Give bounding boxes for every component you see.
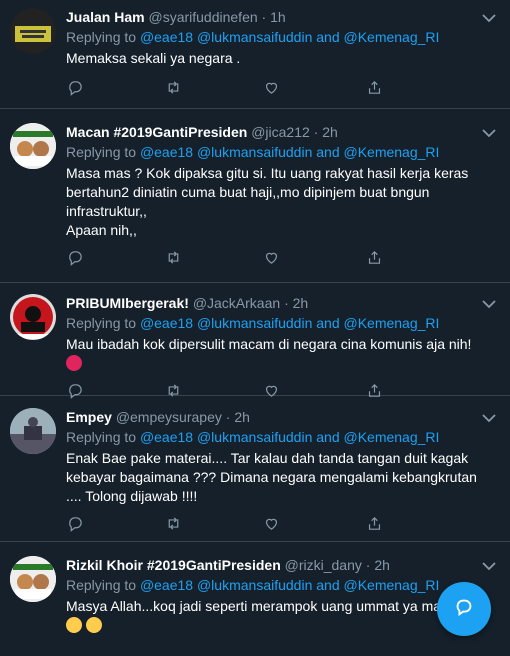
reply-button[interactable]	[64, 80, 86, 100]
mentions-link[interactable]: @eae18 @lukmansaifuddin and @Kemenag_RI	[140, 29, 439, 45]
avatar[interactable]	[10, 8, 56, 54]
tweet-text-line: Apaan nih,,	[66, 222, 137, 238]
crying-face-emoji-icon	[85, 617, 102, 633]
tweet-menu-button[interactable]	[482, 125, 498, 138]
share-icon	[366, 249, 383, 271]
display-name[interactable]: Macan #2019GantiPresiden	[66, 124, 247, 140]
share-button[interactable]	[363, 516, 385, 536]
tweet-text: Memaksa sekali ya negara .	[66, 50, 241, 66]
tweet-header: Jualan Ham @syarifuddinefen · 1h	[66, 8, 510, 26]
chevron-down-icon	[482, 125, 496, 142]
tweet-header: Rizkil Khoir #2019GantiPresiden @rizki_d…	[66, 556, 510, 574]
timestamp[interactable]: 1h	[270, 9, 286, 25]
display-name[interactable]: Empey	[66, 409, 112, 425]
chevron-down-icon	[482, 10, 496, 27]
separator-dot: ·	[225, 409, 231, 425]
tweet-header: Empey @empeysurapey · 2h	[66, 408, 510, 426]
replying-to: Replying to @eae18 @lukmansaifuddin and …	[66, 28, 510, 46]
replying-prefix: Replying to	[66, 29, 137, 45]
replying-prefix: Replying to	[66, 577, 137, 593]
avatar[interactable]	[10, 408, 56, 454]
tweet-menu-button[interactable]	[482, 410, 498, 423]
avatar[interactable]	[10, 294, 56, 340]
compose-reply-button[interactable]	[437, 582, 491, 636]
like-icon	[263, 79, 280, 101]
separator-dot: ·	[365, 557, 371, 573]
share-icon	[366, 79, 383, 101]
reply-icon	[67, 515, 84, 537]
mentions-link[interactable]: @eae18 @lukmansaifuddin and @Kemenag_RI	[140, 144, 439, 160]
tweet-menu-button[interactable]	[482, 10, 498, 23]
retweet-button[interactable]	[162, 80, 184, 100]
like-icon	[263, 515, 280, 537]
timestamp[interactable]: 2h	[293, 295, 309, 311]
separator-dot: ·	[261, 9, 267, 25]
handle[interactable]: @syarifuddinefen	[148, 9, 257, 25]
reply-icon	[67, 249, 84, 271]
action-bar	[66, 250, 510, 270]
mentions-link[interactable]: @eae18 @lukmansaifuddin and @Kemenag_RI	[140, 315, 439, 331]
separator-dot: ·	[313, 124, 319, 140]
like-button[interactable]	[260, 516, 282, 536]
replying-to: Replying to @eae18 @lukmansaifuddin and …	[66, 428, 510, 446]
reply-button[interactable]	[64, 250, 86, 270]
handle[interactable]: @rizki_dany	[285, 557, 362, 573]
tweet-menu-button[interactable]	[482, 296, 498, 309]
action-bar	[66, 516, 510, 536]
tweet[interactable]: PRIBUMIbergerak! @JackArkaan · 2h Replyi…	[0, 283, 510, 399]
tweet[interactable]: Macan #2019GantiPresiden @jica212 · 2h R…	[0, 109, 510, 283]
replying-to: Replying to @eae18 @lukmansaifuddin and …	[66, 314, 510, 332]
replying-prefix: Replying to	[66, 429, 137, 445]
handle[interactable]: @jica212	[251, 124, 310, 140]
display-name[interactable]: Rizkil Khoir #2019GantiPresiden	[66, 557, 281, 573]
avatar[interactable]	[10, 556, 56, 602]
retweet-icon	[165, 249, 182, 271]
retweet-icon	[165, 79, 182, 101]
replying-to: Replying to @eae18 @lukmansaifuddin and …	[66, 143, 510, 161]
timestamp[interactable]: 2h	[374, 557, 390, 573]
angry-face-emoji-icon	[66, 355, 82, 371]
like-button[interactable]	[260, 250, 282, 270]
replying-prefix: Replying to	[66, 315, 137, 331]
display-name[interactable]: PRIBUMIbergerak!	[66, 295, 189, 311]
like-button[interactable]	[260, 80, 282, 100]
action-bar	[66, 80, 510, 100]
timestamp[interactable]: 2h	[322, 124, 338, 140]
timeline: Jualan Ham @syarifuddinefen · 1h Replyin…	[0, 0, 510, 656]
replying-prefix: Replying to	[66, 144, 137, 160]
retweet-icon	[165, 515, 182, 537]
chevron-down-icon	[482, 410, 496, 427]
chevron-down-icon	[482, 558, 496, 575]
avatar[interactable]	[10, 123, 56, 169]
share-icon	[366, 515, 383, 537]
mentions-link[interactable]: @eae18 @lukmansaifuddin and @Kemenag_RI	[140, 429, 439, 445]
tweet-header: PRIBUMIbergerak! @JackArkaan · 2h	[66, 294, 510, 312]
reply-icon	[67, 79, 84, 101]
compose-icon	[453, 596, 475, 623]
like-icon	[263, 249, 280, 271]
chevron-down-icon	[482, 296, 496, 313]
share-button[interactable]	[363, 80, 385, 100]
handle[interactable]: @JackArkaan	[193, 295, 280, 311]
tweet[interactable]: Empey @empeysurapey · 2h Replying to @ea…	[0, 396, 510, 542]
retweet-button[interactable]	[162, 250, 184, 270]
tweet-header: Macan #2019GantiPresiden @jica212 · 2h	[66, 123, 510, 141]
crying-face-emoji-icon	[66, 617, 82, 633]
tweet[interactable]: Jualan Ham @syarifuddinefen · 1h Replyin…	[0, 0, 510, 109]
timestamp[interactable]: 2h	[234, 409, 250, 425]
separator-dot: ·	[284, 295, 289, 311]
retweet-button[interactable]	[162, 516, 184, 536]
tweet-text: Enak Bae pake materai.... Tar kalau dah …	[66, 450, 477, 504]
tweet-text-container: Mau ibadah kok dipersulit macam di negar…	[66, 335, 510, 373]
display-name[interactable]: Jualan Ham	[66, 9, 145, 25]
tweet[interactable]: Rizkil Khoir #2019GantiPresiden @rizki_d…	[0, 542, 510, 656]
handle[interactable]: @empeysurapey	[116, 409, 222, 425]
reply-button[interactable]	[64, 516, 86, 536]
share-button[interactable]	[363, 250, 385, 270]
tweet-text: Mau ibadah kok dipersulit macam di negar…	[66, 336, 472, 352]
tweet-text: Masa mas ? Kok dipaksa gitu si. Itu uang…	[66, 165, 469, 219]
tweet-menu-button[interactable]	[482, 558, 498, 571]
mentions-link[interactable]: @eae18 @lukmansaifuddin and @Kemenag_RI	[140, 577, 439, 593]
